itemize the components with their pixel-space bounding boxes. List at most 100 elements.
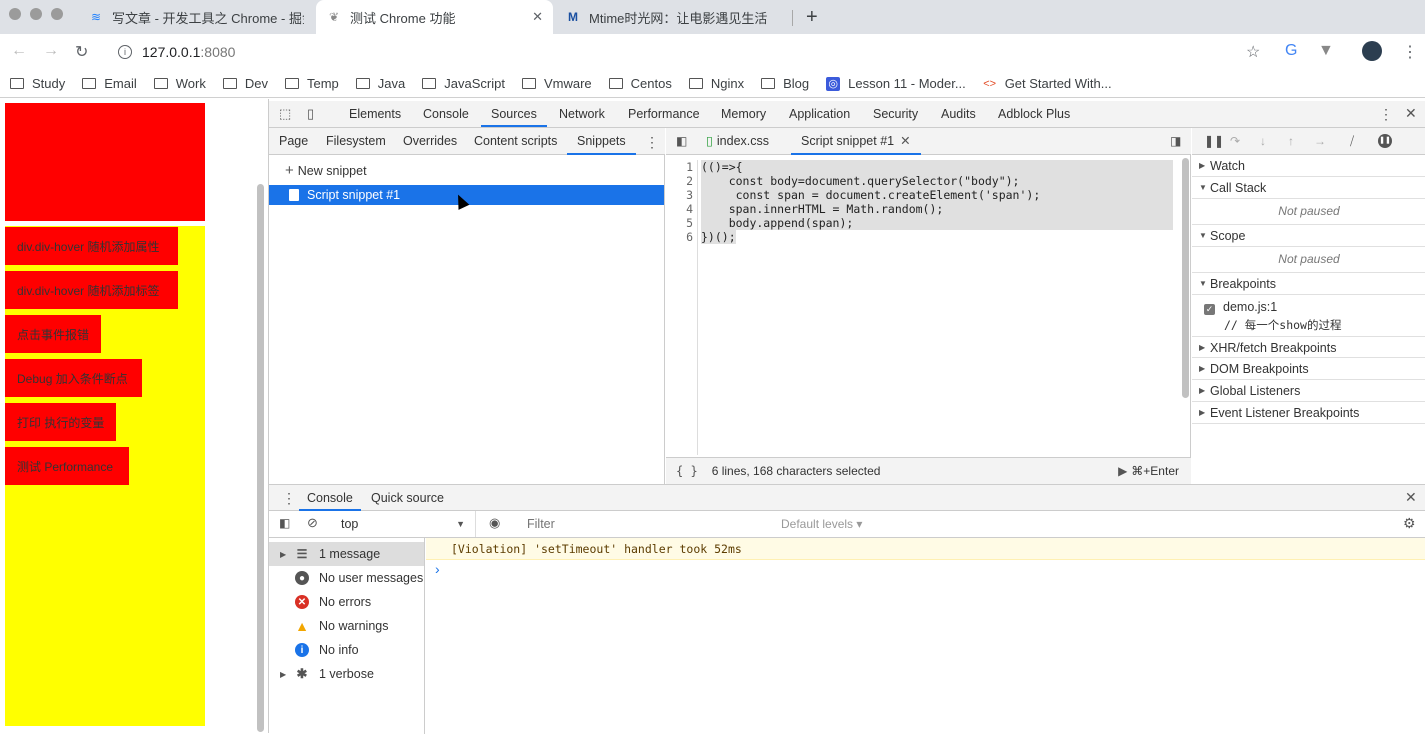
sidebar-item-errors[interactable]: ✕ No errors — [269, 590, 424, 614]
close-tab-icon[interactable]: ✕ — [900, 134, 910, 148]
vue-devtools-icon[interactable]: ▼ — [1318, 42, 1334, 60]
step-over-icon[interactable]: ↷ — [1230, 134, 1240, 148]
zoom-window-button[interactable] — [51, 8, 63, 20]
toggle-navigator-icon[interactable]: ◧ — [676, 134, 687, 148]
context-selector[interactable]: top ▼ — [331, 511, 476, 537]
tab-sources[interactable]: Sources — [481, 101, 547, 127]
global-listeners-pane[interactable]: ▶ Global Listeners — [1192, 380, 1425, 402]
page-scrollbar[interactable] — [257, 184, 264, 732]
sidebar-item-messages[interactable]: ▶ ☰ 1 message — [269, 542, 424, 566]
more-vert-icon[interactable]: ⋮ — [1402, 42, 1418, 62]
info-icon[interactable]: i — [118, 45, 132, 59]
xhr-breakpoints-pane[interactable]: ▶ XHR/fetch Breakpoints — [1192, 336, 1425, 358]
bookmark-folder[interactable]: Work — [153, 76, 206, 91]
tab-security[interactable]: Security — [873, 101, 918, 127]
event-listener-breakpoints-pane[interactable]: ▶ Event Listener Breakpoints — [1192, 402, 1425, 424]
bookmark-folder[interactable]: Dev — [222, 76, 268, 91]
tab-filesystem[interactable]: Filesystem — [326, 128, 386, 155]
run-snippet-button[interactable]: ▶ ⌘+Enter — [1118, 464, 1179, 478]
eye-icon[interactable]: ◉ — [489, 515, 500, 531]
bookmark-folder[interactable]: Study — [10, 76, 65, 91]
scope-pane[interactable]: ▼ Scope — [1192, 225, 1425, 247]
close-drawer-icon[interactable]: ✕ — [1405, 489, 1417, 506]
close-devtools-icon[interactable]: ✕ — [1405, 105, 1417, 122]
tab-content-scripts[interactable]: Content scripts — [474, 128, 557, 155]
line-number[interactable]: 2 — [666, 174, 693, 188]
bookmark-folder[interactable]: Email — [82, 76, 137, 91]
tab-snippets[interactable]: Snippets — [567, 128, 636, 155]
sidebar-item-info[interactable]: i No info — [269, 638, 424, 662]
sidebar-item-user-messages[interactable]: ● No user messages — [269, 566, 424, 590]
bookmark-folder[interactable]: Vmware — [521, 76, 592, 91]
browser-tab-juejin[interactable]: ≋ 写文章 - 开发工具之 Chrome - 掘金 — [78, 0, 314, 34]
tab-memory[interactable]: Memory — [721, 101, 766, 127]
breakpoints-pane[interactable]: ▼ Breakpoints — [1192, 273, 1425, 295]
line-number[interactable]: 4 — [666, 202, 693, 216]
click-error-button[interactable]: 点击事件报错 — [5, 315, 101, 353]
back-arrow-icon[interactable]: ← — [11, 42, 27, 60]
translate-icon[interactable]: G — [1285, 42, 1297, 60]
tab-adblock-plus[interactable]: Adblock Plus — [998, 101, 1070, 127]
bookmark-folder[interactable]: JavaScript — [422, 76, 505, 91]
step-out-icon[interactable]: ↑ — [1288, 134, 1294, 148]
print-variable-button[interactable]: 打印 执行的变量 — [5, 403, 116, 441]
checkbox-icon[interactable]: ✓ — [1204, 304, 1215, 315]
line-number[interactable]: 6 — [666, 230, 693, 244]
log-levels-dropdown[interactable]: Default levels ▾ — [781, 517, 862, 531]
step-into-icon[interactable]: ↓ — [1260, 134, 1266, 148]
watch-pane[interactable]: ▶ Watch — [1192, 155, 1425, 177]
more-vert-icon[interactable]: ⋮ — [1379, 106, 1393, 123]
bookmark-link[interactable]: ◎ Lesson 11 - Moder... — [826, 76, 966, 91]
test-performance-button[interactable]: 测试 Performance — [5, 447, 129, 485]
debug-breakpoint-button[interactable]: Debug 加入条件断点 — [5, 359, 142, 397]
star-icon[interactable]: ☆ — [1246, 42, 1260, 62]
more-vert-icon[interactable]: ⋮ — [645, 134, 659, 151]
tab-performance[interactable]: Performance — [628, 101, 700, 127]
tab-elements[interactable]: Elements — [349, 101, 401, 127]
bookmark-folder[interactable]: Nginx — [688, 76, 744, 91]
pause-icon[interactable]: ❚❚ — [1204, 134, 1224, 148]
pretty-print-icon[interactable]: { } — [676, 464, 698, 478]
sidebar-item-warnings[interactable]: ▲ No warnings — [269, 614, 424, 638]
bookmark-folder[interactable]: Blog — [761, 76, 809, 91]
add-tag-button[interactable]: div.div-hover 随机添加标签 — [5, 271, 178, 309]
close-tab-icon[interactable]: ✕ — [532, 9, 543, 25]
address-bar[interactable]: i 127.0.0.1 :8080 — [106, 38, 1276, 66]
tab-audits[interactable]: Audits — [941, 101, 976, 127]
line-number[interactable]: 5 — [666, 216, 693, 230]
step-icon[interactable]: → — [1314, 134, 1326, 148]
device-toolbar-icon[interactable]: ▯ — [307, 106, 314, 122]
sidebar-toggle-icon[interactable]: ◧ — [279, 516, 290, 530]
dom-breakpoints-pane[interactable]: ▶ DOM Breakpoints — [1192, 358, 1425, 380]
bookmark-folder[interactable]: Centos — [608, 76, 672, 91]
bookmark-folder[interactable]: Temp — [285, 76, 339, 91]
minimize-window-button[interactable] — [30, 8, 42, 20]
sidebar-item-verbose[interactable]: ▶ ✱ 1 verbose — [269, 662, 424, 686]
console-prompt[interactable]: › — [435, 561, 440, 577]
add-attribute-button[interactable]: div.div-hover 随机添加属性 — [5, 227, 178, 265]
tab-page[interactable]: Page — [279, 128, 308, 155]
close-window-button[interactable] — [9, 8, 21, 20]
pause-on-exceptions-icon[interactable]: ❚❚ — [1378, 134, 1392, 148]
new-snippet-button[interactable]: + New snippet — [285, 162, 367, 179]
reload-icon[interactable]: ↻ — [75, 42, 88, 62]
bookmark-folder[interactable]: Java — [355, 76, 405, 91]
clear-console-icon[interactable]: ⊘ — [307, 515, 318, 531]
more-vert-icon[interactable]: ⋮ — [282, 490, 296, 507]
toggle-debugger-icon[interactable]: ◨ — [1170, 134, 1181, 148]
forward-arrow-icon[interactable]: → — [43, 42, 59, 60]
tab-console[interactable]: Console — [423, 101, 469, 127]
tab-quick-source[interactable]: Quick source — [371, 485, 444, 511]
browser-tab-mtime[interactable]: M Mtime时光网：让电影遇见生活 — [555, 0, 791, 34]
call-stack-pane[interactable]: ▼ Call Stack — [1192, 177, 1425, 199]
editor-tab-index-css[interactable]: ▯ index.css — [706, 128, 769, 155]
code-area[interactable]: 1 2 3 4 5 6 (()=>{ const body=document.q… — [666, 160, 1181, 455]
gear-icon[interactable]: ⚙ — [1403, 515, 1416, 532]
editor-scrollbar[interactable] — [1182, 158, 1189, 398]
console-filter-input[interactable] — [519, 514, 759, 534]
inspect-icon[interactable]: ⬚ — [279, 106, 291, 122]
tab-overrides[interactable]: Overrides — [403, 128, 457, 155]
line-number[interactable]: 1 — [666, 160, 693, 174]
new-tab-button[interactable]: + — [806, 6, 818, 29]
tab-drawer-console[interactable]: Console — [299, 485, 361, 511]
